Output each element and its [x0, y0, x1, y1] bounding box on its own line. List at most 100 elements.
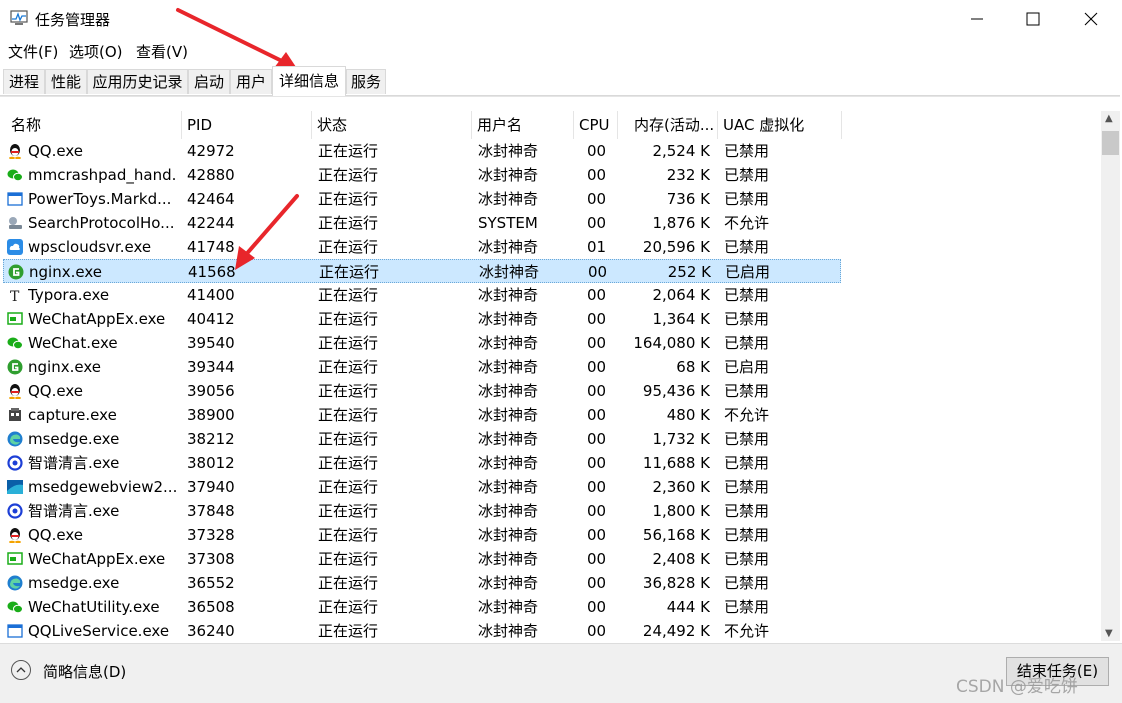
process-user: 冰封神奇 — [478, 190, 539, 208]
tab-performance[interactable]: 性能 — [45, 69, 87, 94]
process-name: capture.exe — [28, 406, 117, 424]
table-row[interactable]: msedge.exe 36552 正在运行 冰封神奇 00 36,828 K 已禁用 — [3, 571, 841, 595]
process-status: 正在运行 — [318, 574, 379, 592]
table-row[interactable]: WeChatAppEx.exe 37308 正在运行 冰封神奇 00 2,408 K 已禁用 — [3, 547, 841, 571]
process-name: 智谱清言.exe — [28, 502, 120, 520]
table-row[interactable]: PowerToys.Markd... 42464 正在运行 冰封神奇 00 736 K 已禁… — [3, 187, 841, 211]
table-row[interactable]: SearchProtocolHo... 42244 正在运行 SYSTEM 00 1,87… — [3, 211, 841, 235]
process-cpu: 00 — [587, 622, 607, 640]
column-header-memory[interactable]: 内存(活动... — [618, 111, 718, 139]
process-user: 冰封神奇 — [478, 310, 539, 328]
table-row[interactable]: nginx.exe 41568 正在运行 冰封神奇 00 252 K 已启用 — [3, 259, 841, 283]
process-memory: 68 K — [676, 358, 710, 376]
process-uac: 已禁用 — [724, 550, 770, 568]
column-header-name[interactable]: 名称 — [6, 111, 182, 139]
process-status: 正在运行 — [318, 406, 379, 424]
tab-details[interactable]: 详细信息 — [272, 66, 346, 96]
table-row[interactable]: WeChatAppEx.exe 40412 正在运行 冰封神奇 00 1,364 K 已禁用 — [3, 307, 841, 331]
process-status: 正在运行 — [318, 478, 379, 496]
column-header-user[interactable]: 用户名 — [472, 111, 574, 139]
process-cpu: 00 — [587, 478, 607, 496]
process-name: nginx.exe — [29, 263, 102, 281]
process-name: wpscloudsvr.exe — [28, 238, 152, 256]
window-icon — [7, 191, 23, 207]
table-row[interactable]: mmcrashpad_hand... 42880 正在运行 冰封神奇 00 232 K 已禁… — [3, 163, 841, 187]
process-uac: 已禁用 — [724, 238, 770, 256]
column-header-cpu[interactable]: CPU — [574, 111, 618, 139]
wechat-icon — [7, 335, 23, 351]
table-row[interactable]: capture.exe 38900 正在运行 冰封神奇 00 480 K 不允许 — [3, 403, 841, 427]
process-cpu: 00 — [587, 454, 607, 472]
qq-icon — [7, 143, 23, 160]
process-memory: 444 K — [666, 598, 710, 616]
maximize-button[interactable] — [1004, 0, 1062, 38]
column-header-pid[interactable]: PID — [182, 111, 312, 139]
table-row[interactable]: T Typora.exe 41400 正在运行 冰封神奇 00 2,064 K 已禁用 — [3, 283, 841, 307]
menu-options[interactable]: 选项(O) — [69, 41, 123, 62]
process-status: 正在运行 — [318, 142, 379, 160]
tab-services[interactable]: 服务 — [346, 69, 386, 94]
process-status: 正在运行 — [318, 598, 379, 616]
vertical-scrollbar[interactable]: ▲ ▼ — [1101, 111, 1120, 641]
process-name: PowerToys.Markd... — [28, 190, 172, 208]
table-row[interactable]: wpscloudsvr.exe 41748 正在运行 冰封神奇 01 20,596 K 已禁… — [3, 235, 841, 259]
process-cpu: 00 — [587, 286, 607, 304]
process-user: 冰封神奇 — [478, 550, 539, 568]
footer-bar: 简略信息(D) 结束任务(E) — [0, 643, 1122, 703]
minimize-button[interactable] — [948, 0, 1006, 38]
process-memory: 56,168 K — [642, 526, 710, 544]
wechat-icon — [7, 599, 23, 615]
process-uac: 已禁用 — [724, 382, 770, 400]
tab-processes[interactable]: 进程 — [3, 69, 45, 94]
menu-file[interactable]: 文件(F) — [8, 41, 58, 62]
edge-icon — [7, 431, 23, 447]
process-user: 冰封神奇 — [478, 478, 539, 496]
table-row[interactable]: nginx.exe 39344 正在运行 冰封神奇 00 68 K 已启用 — [3, 355, 841, 379]
process-memory: 2,408 K — [652, 550, 710, 568]
process-status: 正在运行 — [318, 166, 379, 184]
table-row[interactable]: msedge.exe 38212 正在运行 冰封神奇 00 1,732 K 已禁用 — [3, 427, 841, 451]
table-row[interactable]: WeChat.exe 39540 正在运行 冰封神奇 00 164,080 K 已禁用 — [3, 331, 841, 355]
tab-startup[interactable]: 启动 — [188, 69, 230, 94]
process-pid: 39056 — [187, 382, 235, 400]
tab-app-history[interactable]: 应用历史记录 — [87, 69, 188, 94]
process-user: 冰封神奇 — [478, 334, 539, 352]
process-cpu: 00 — [587, 502, 607, 520]
process-memory: 2,064 K — [652, 286, 710, 304]
qq-icon — [7, 383, 23, 400]
scroll-down-icon[interactable]: ▼ — [1105, 628, 1113, 639]
scrollbar-thumb[interactable] — [1102, 131, 1119, 155]
process-pid: 39344 — [187, 358, 235, 376]
process-name: msedge.exe — [28, 574, 120, 592]
close-button[interactable] — [1062, 0, 1120, 38]
process-cpu: 00 — [587, 574, 607, 592]
process-user: 冰封神奇 — [478, 358, 539, 376]
table-row[interactable]: QQLiveService.exe 36240 正在运行 冰封神奇 00 24,492 K… — [3, 619, 841, 641]
process-user: 冰封神奇 — [478, 598, 539, 616]
table-row[interactable]: 智谱清言.exe 38012 正在运行 冰封神奇 00 11,688 K 已禁用 — [3, 451, 841, 475]
edge-icon — [7, 575, 23, 591]
table-row[interactable]: QQ.exe 37328 正在运行 冰封神奇 00 56,168 K 已禁用 — [3, 523, 841, 547]
process-pid: 41568 — [188, 263, 236, 281]
tab-users[interactable]: 用户 — [230, 69, 272, 94]
menu-view[interactable]: 查看(V) — [136, 41, 188, 62]
process-memory: 1,732 K — [652, 430, 710, 448]
column-header-status[interactable]: 状态 — [312, 111, 472, 139]
table-row[interactable]: QQ.exe 39056 正在运行 冰封神奇 00 95,436 K 已禁用 — [3, 379, 841, 403]
process-uac: 已禁用 — [724, 502, 770, 520]
table-row[interactable]: 智谱清言.exe 37848 正在运行 冰封神奇 00 1,800 K 已禁用 — [3, 499, 841, 523]
process-uac: 已禁用 — [724, 598, 770, 616]
table-row[interactable]: WeChatUtility.exe 36508 正在运行 冰封神奇 00 444 K 已禁用 — [3, 595, 841, 619]
scroll-up-icon[interactable]: ▲ — [1105, 113, 1113, 124]
process-uac: 已禁用 — [724, 478, 770, 496]
process-cpu: 00 — [587, 358, 607, 376]
table-row[interactable]: QQ.exe 42972 正在运行 冰封神奇 00 2,524 K 已禁用 — [3, 139, 841, 163]
process-status: 正在运行 — [319, 263, 380, 281]
process-list[interactable]: 名称 PID ˅ 状态 用户名 CPU 内存(活动... UAC 虚拟化 QQ.… — [0, 111, 1100, 641]
process-cpu: 00 — [587, 598, 607, 616]
process-memory: 36,828 K — [642, 574, 710, 592]
process-user: 冰封神奇 — [478, 238, 539, 256]
typora-icon: T — [7, 287, 23, 305]
column-header-uac[interactable]: UAC 虚拟化 — [718, 111, 842, 139]
table-row[interactable]: msedgewebview2.... 37940 正在运行 冰封神奇 00 2,360 K… — [3, 475, 841, 499]
